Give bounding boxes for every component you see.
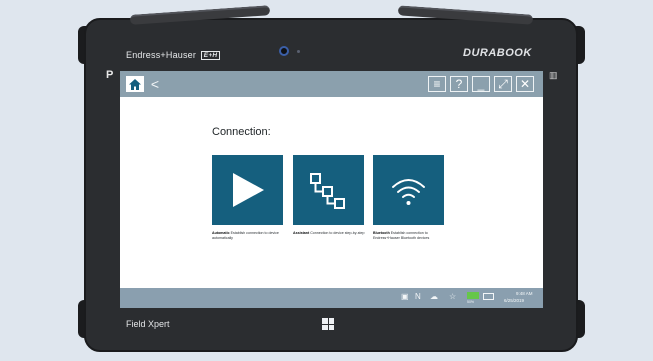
assistant-connection-tile[interactable] [293,155,364,225]
clock-time[interactable]: 9:48 AM [516,291,533,296]
home-icon [129,78,141,90]
assistant-text: Connection to device step-by-step [310,231,365,235]
cloud-icon[interactable]: ☁ [430,292,438,301]
action-center-icon[interactable]: ▣ [401,292,409,301]
help-button[interactable]: ? [450,76,468,92]
screen: < ≡ ? _ ⤢ ✕ Connection: Automatic Establ… [120,71,543,308]
app-titlebar: < ≡ ? _ ⤢ ✕ [120,71,543,97]
bluetooth-connection-tile[interactable] [373,155,444,225]
automatic-connection-tile[interactable] [212,155,283,225]
keyboard-icon[interactable] [483,293,494,300]
automatic-title: Automatic [212,231,230,235]
automatic-description: Automatic Establish connection to device… [212,231,290,241]
wifi-icon [392,179,425,205]
favorite-icon[interactable]: ☆ [449,292,456,301]
assistant-title: Assistant [293,231,310,235]
camera-icon [279,46,289,56]
hierarchy-icon [310,173,345,209]
play-icon [233,173,264,207]
side-button-icon[interactable]: ▥ [549,70,558,81]
windows-button-icon[interactable] [322,318,334,330]
brand-name: Endress+Hauser [126,50,197,60]
clock-date[interactable]: 6/25/2019 [504,298,524,303]
page-title: Connection: [212,126,271,138]
back-button[interactable]: < [147,76,163,92]
battery-percent: 50% [467,300,475,304]
bluetooth-description: Bluetooth Establish connection to Endres… [373,231,451,241]
programmable-key[interactable]: P [106,69,113,81]
brand-endress-hauser: Endress+Hauser E+H [126,50,221,60]
fullscreen-button[interactable]: ⤢ [494,76,512,92]
battery-icon[interactable] [467,292,479,299]
home-button[interactable] [126,76,144,92]
menu-button[interactable]: ≡ [428,76,446,92]
light-sensor [297,50,300,53]
device-label: Field Xpert [126,319,170,329]
bluetooth-title: Bluetooth [373,231,390,235]
nfc-icon[interactable]: N [415,292,421,301]
close-button[interactable]: ✕ [516,76,534,92]
windows-taskbar: ▣ N ☁ ☆ 50% 9:48 AM 6/25/2019 [120,288,543,308]
assistant-description: Assistant Connection to device step-by-s… [293,231,371,236]
brand-mark: E+H [200,51,221,60]
minimize-button[interactable]: _ [472,76,490,92]
brand-durabook: DURABOOK [463,47,532,59]
